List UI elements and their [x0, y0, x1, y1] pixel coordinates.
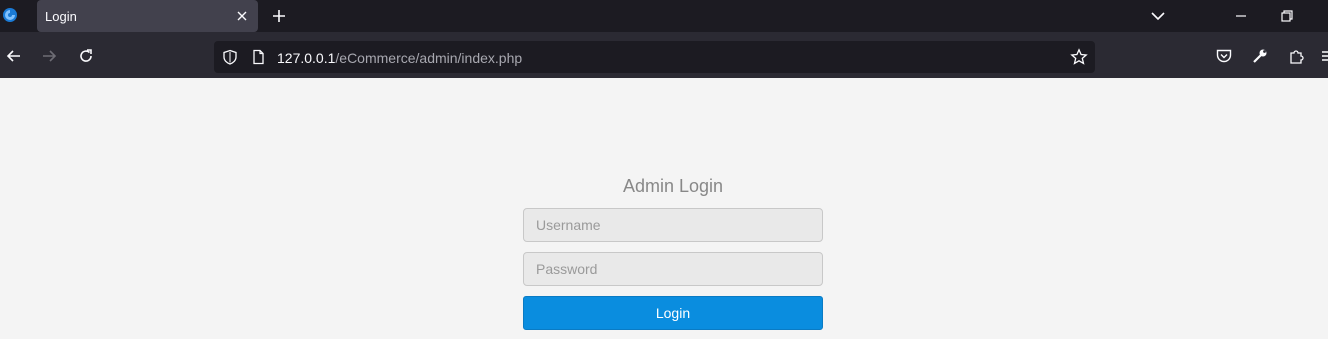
- username-input[interactable]: [523, 208, 823, 242]
- address-bar[interactable]: 127.0.0.1/eCommerce/admin/index.php: [214, 41, 1095, 73]
- extensions-icon[interactable]: [1288, 47, 1306, 65]
- page-icon[interactable]: [250, 49, 266, 65]
- plus-icon[interactable]: [270, 7, 288, 25]
- password-input[interactable]: [523, 252, 823, 286]
- shield-icon[interactable]: [222, 49, 238, 65]
- page-content: Admin Login Login: [0, 78, 1328, 339]
- navigation-toolbar: 127.0.0.1/eCommerce/admin/index.php: [0, 32, 1328, 78]
- menu-icon[interactable]: [1322, 47, 1328, 65]
- close-icon[interactable]: [234, 8, 250, 24]
- url-host: 127.0.0.1: [277, 50, 336, 66]
- forward-arrow-icon[interactable]: [40, 47, 58, 65]
- url-path: /eCommerce/admin/index.php: [335, 50, 523, 66]
- tab-title: Login: [45, 9, 77, 24]
- page-title: Admin Login: [622, 176, 724, 196]
- tab-strip: Login: [0, 0, 1328, 32]
- minimize-icon[interactable]: [1233, 8, 1249, 24]
- tab-login[interactable]: Login: [37, 0, 258, 32]
- chevron-down-icon[interactable]: [1150, 8, 1166, 24]
- browser-logo-icon[interactable]: [2, 7, 18, 23]
- star-icon[interactable]: [1070, 48, 1088, 66]
- login-button[interactable]: Login: [523, 296, 823, 330]
- pocket-icon[interactable]: [1215, 47, 1233, 65]
- url-text[interactable]: 127.0.0.1/eCommerce/admin/index.php: [277, 50, 522, 66]
- restore-icon[interactable]: [1279, 8, 1295, 24]
- back-arrow-icon[interactable]: [5, 47, 23, 65]
- wrench-icon[interactable]: [1251, 47, 1269, 65]
- reload-icon[interactable]: [77, 47, 95, 65]
